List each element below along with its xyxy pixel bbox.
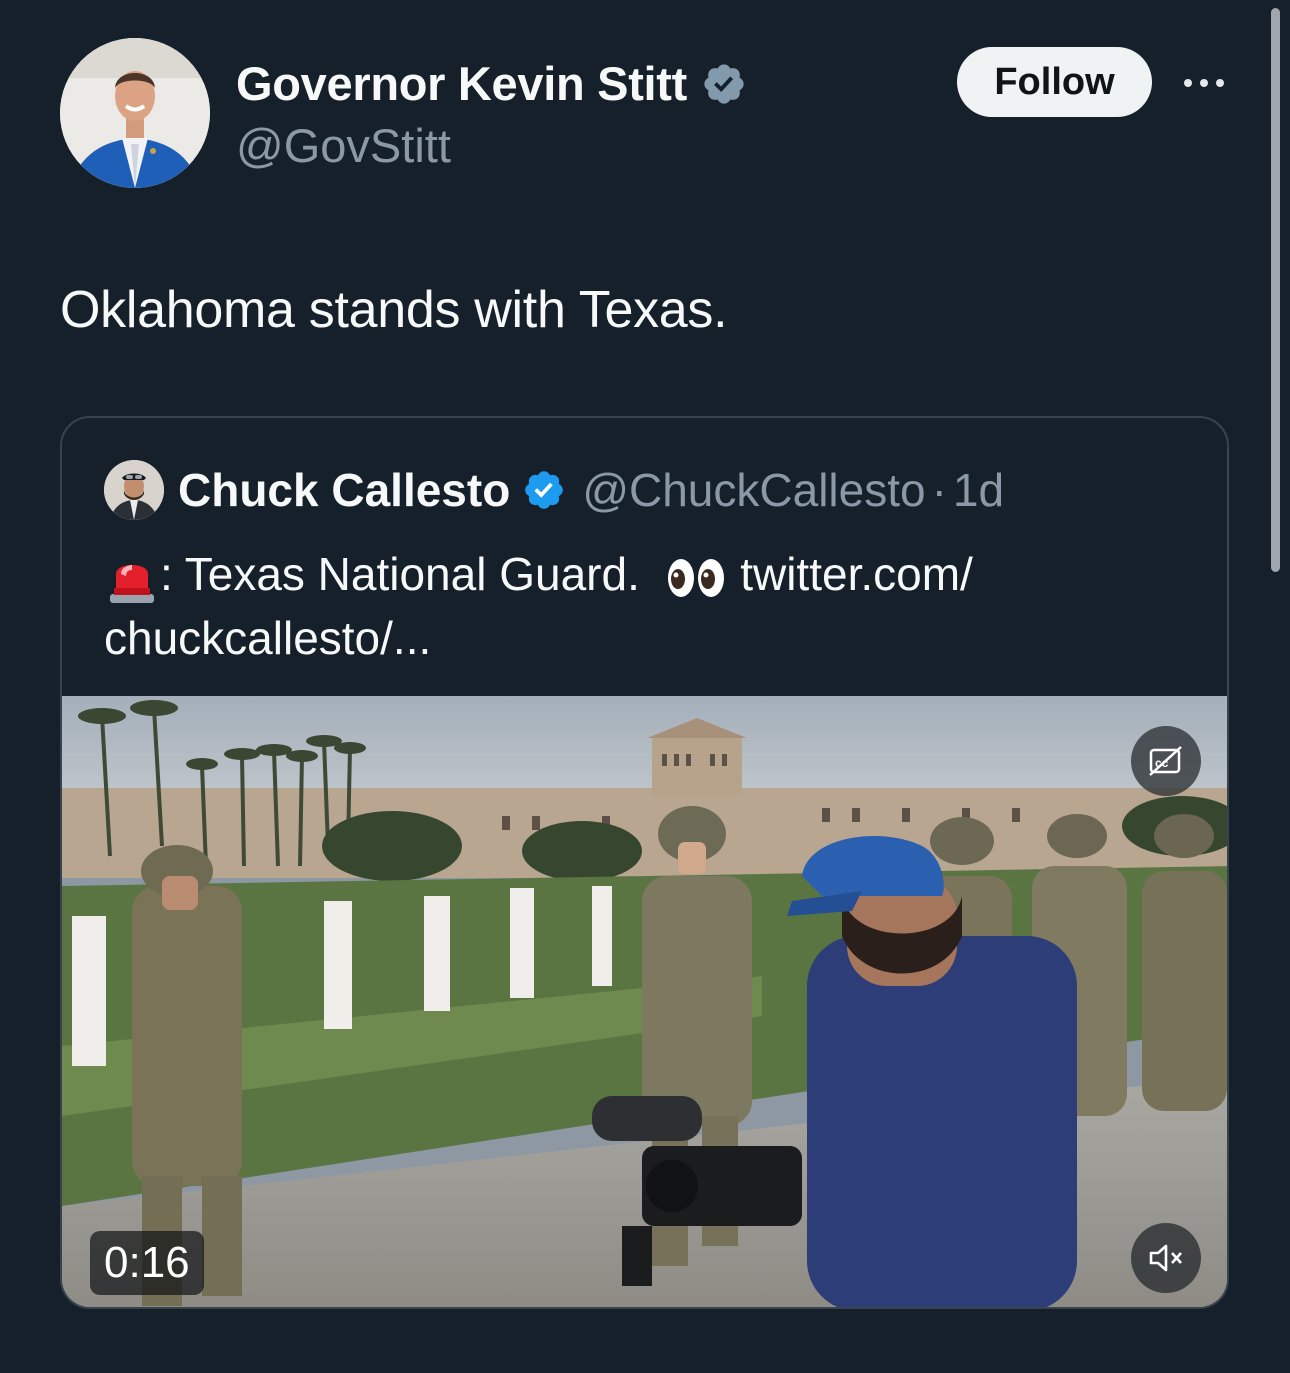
author-display-name[interactable]: Governor Kevin Stitt — [236, 56, 687, 111]
quoted-link-part[interactable]: twitter.com/ — [740, 548, 973, 600]
quoted-tweet-text: : Texas National Guard. twitter.com/ chu… — [104, 542, 1164, 670]
video-thumbnail — [62, 696, 1227, 1307]
eyes-emoji — [668, 558, 725, 597]
quoted-tweet-header: Chuck Callesto @ChuckCallesto · 1d — [104, 460, 1004, 520]
verified-badge-blue-icon[interactable] — [522, 468, 566, 512]
volume-muted-icon[interactable] — [1131, 1223, 1201, 1293]
siren-emoji — [110, 564, 154, 603]
quoted-timestamp[interactable]: 1d — [953, 463, 1004, 517]
more-options-icon[interactable] — [1180, 68, 1228, 98]
quoted-author-handle[interactable]: @ChuckCallesto — [582, 463, 925, 517]
quoted-author-display-name[interactable]: Chuck Callesto — [178, 463, 510, 517]
quoted-tweet-card[interactable]: Chuck Callesto @ChuckCallesto · 1d : Tex… — [60, 416, 1229, 1309]
video-player[interactable]: cc 0:16 — [62, 696, 1227, 1307]
separator-dot: · — [931, 464, 947, 516]
tweet-header: Governor Kevin Stitt @GovStitt Follow — [60, 38, 1230, 190]
follow-button[interactable]: Follow — [957, 47, 1152, 117]
author-avatar[interactable] — [60, 38, 210, 188]
quoted-text-part1: : Texas National Guard. — [160, 548, 640, 600]
captions-off-icon[interactable]: cc — [1131, 726, 1201, 796]
quoted-author-avatar[interactable] — [104, 460, 164, 520]
quoted-link-continuation[interactable]: chuckcallesto/... — [104, 612, 431, 664]
video-duration: 0:16 — [90, 1231, 204, 1295]
scrollbar[interactable] — [1271, 8, 1280, 572]
verified-badge-gray-icon[interactable] — [701, 61, 747, 107]
author-handle[interactable]: @GovStitt — [236, 118, 451, 173]
tweet-text: Oklahoma stands with Texas. — [60, 281, 728, 339]
